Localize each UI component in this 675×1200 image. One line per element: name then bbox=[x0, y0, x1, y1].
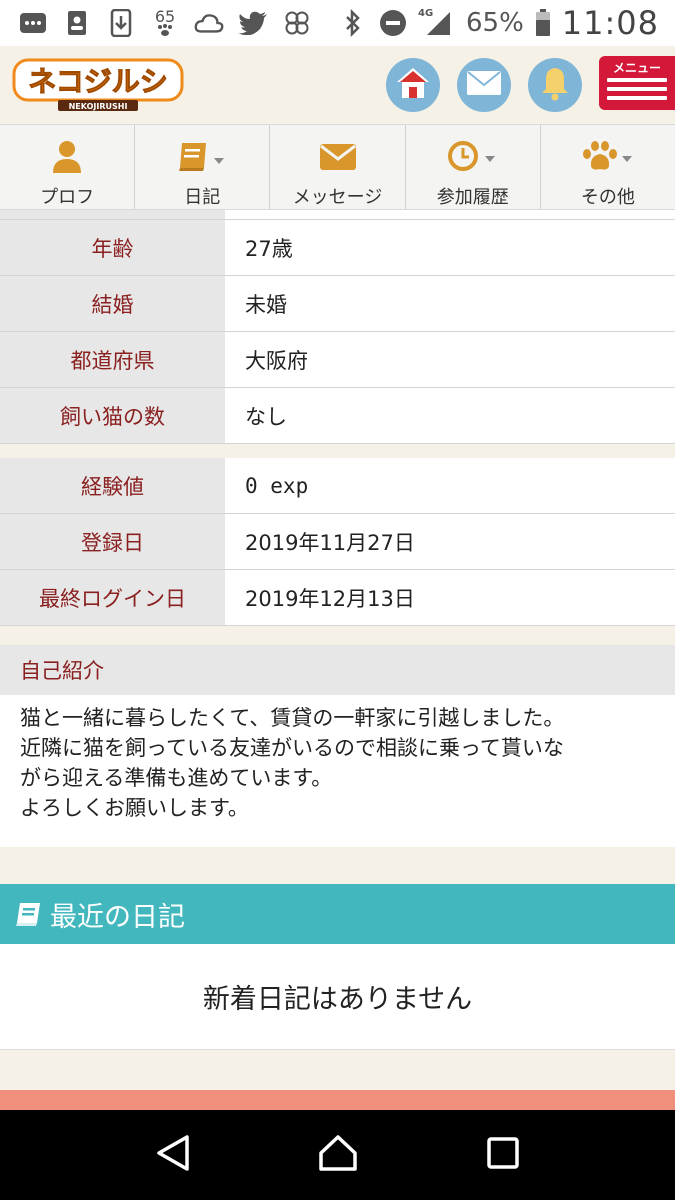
row-key: 最終ログイン日 bbox=[0, 570, 225, 625]
book-icon bbox=[14, 901, 42, 927]
nav-item-history[interactable]: 参加履歴 bbox=[406, 125, 541, 209]
status-notifications: 65 bbox=[0, 8, 312, 38]
app-screen: 65 4G 65% 11:08 ネコジルシ NEKOJIRUSHI メニュー プ… bbox=[0, 0, 675, 1200]
row-key: 登録日 bbox=[0, 514, 225, 569]
battery-icon bbox=[534, 8, 552, 38]
intro-text: 猫と一緒に暮らしたくて、賃貸の一軒家に引越しました。 近隣に猫を飼っている友達が… bbox=[0, 695, 675, 847]
home-system-button[interactable] bbox=[308, 1125, 368, 1185]
row-value: 0 exp bbox=[225, 458, 675, 513]
svg-text:NEKOJIRUSHI: NEKOJIRUSHI bbox=[69, 102, 128, 111]
diary-empty-message: 新着日記はありません bbox=[0, 944, 675, 1050]
row-value: 大阪府 bbox=[225, 332, 675, 387]
row-value: なし bbox=[225, 388, 675, 443]
table-row: 年齢 27歳 bbox=[0, 220, 675, 276]
bell-icon bbox=[539, 65, 571, 105]
network-type: 4G bbox=[417, 8, 434, 19]
hamburger-icon bbox=[607, 78, 667, 105]
next-section-header bbox=[0, 1090, 675, 1112]
menu-button[interactable]: メニュー bbox=[599, 56, 675, 110]
system-navigation-bar bbox=[0, 1110, 675, 1200]
twitter-icon bbox=[238, 8, 268, 38]
back-triangle-icon bbox=[156, 1134, 190, 1176]
diary-section-header: 最近の日記 bbox=[0, 884, 675, 944]
clover-icon bbox=[282, 8, 312, 38]
clock-icon bbox=[447, 137, 499, 177]
bluetooth-icon bbox=[338, 8, 368, 38]
contacts-icon bbox=[62, 8, 92, 38]
row-value: 27歳 bbox=[225, 220, 675, 275]
home-icon bbox=[395, 66, 431, 104]
site-header: ネコジルシ NEKOJIRUSHI メニュー bbox=[0, 46, 675, 124]
nav-label: メッセージ bbox=[292, 187, 383, 208]
profile-nav: プロフ 日記 メッセージ 参加履歴 その他 bbox=[0, 124, 675, 210]
row-key: 年齢 bbox=[0, 220, 225, 275]
book-icon bbox=[176, 137, 228, 177]
home-button[interactable] bbox=[386, 58, 440, 112]
person-icon bbox=[52, 137, 82, 177]
status-system: 4G 65% 11:08 bbox=[338, 4, 675, 42]
row-value: 2019年12月13日 bbox=[225, 570, 675, 625]
row-value: 2019年11月27日 bbox=[225, 514, 675, 569]
svg-text:ネコジルシ: ネコジルシ bbox=[28, 65, 167, 98]
profile-table-top-edge bbox=[0, 210, 675, 220]
menu-label: メニュー bbox=[612, 61, 661, 75]
envelope-icon bbox=[466, 70, 502, 100]
home-outline-icon bbox=[318, 1134, 358, 1176]
notification-button[interactable] bbox=[528, 58, 582, 112]
back-button[interactable] bbox=[143, 1125, 203, 1185]
download-icon bbox=[106, 8, 136, 38]
table-row: 登録日 2019年11月27日 bbox=[0, 514, 675, 570]
status-bar: 65 4G 65% 11:08 bbox=[0, 0, 675, 46]
message-notification-icon bbox=[18, 8, 48, 38]
do-not-disturb-icon bbox=[378, 8, 408, 38]
site-logo[interactable]: ネコジルシ NEKOJIRUSHI bbox=[12, 58, 184, 112]
recents-button[interactable] bbox=[473, 1125, 533, 1185]
row-key: 飼い猫の数 bbox=[0, 388, 225, 443]
nav-label: その他 bbox=[580, 187, 635, 208]
mail-button[interactable] bbox=[457, 58, 511, 112]
profile-table-stats: 経験値 0 exp 登録日 2019年11月27日 最終ログイン日 2019年1… bbox=[0, 458, 675, 626]
intro-heading: 自己紹介 bbox=[0, 645, 675, 695]
paw-notification-icon: 65 bbox=[150, 8, 180, 38]
clock: 11:08 bbox=[561, 4, 659, 42]
cloud-icon bbox=[194, 8, 224, 38]
signal-icon: 4G bbox=[418, 8, 456, 38]
row-key: 結婚 bbox=[0, 276, 225, 331]
nav-label: 日記 bbox=[184, 187, 221, 208]
nav-item-diary[interactable]: 日記 bbox=[135, 125, 271, 209]
row-value: 未婚 bbox=[225, 276, 675, 331]
envelope-icon bbox=[319, 137, 357, 177]
paw-icon bbox=[580, 137, 636, 177]
diary-section-title: 最近の日記 bbox=[50, 901, 185, 933]
nav-item-messages[interactable]: メッセージ bbox=[270, 125, 406, 209]
square-icon bbox=[486, 1137, 519, 1173]
profile-table-basic: 年齢 27歳 結婚 未婚 都道府県 大阪府 飼い猫の数 なし bbox=[0, 220, 675, 444]
nav-item-other[interactable]: その他 bbox=[541, 125, 675, 209]
row-key: 経験値 bbox=[0, 458, 225, 513]
notif-count: 65 bbox=[154, 7, 176, 26]
table-row: 飼い猫の数 なし bbox=[0, 388, 675, 444]
nav-label: プロフ bbox=[40, 187, 95, 208]
table-row: 経験値 0 exp bbox=[0, 458, 675, 514]
battery-percent: 65% bbox=[465, 8, 524, 38]
row-key: 都道府県 bbox=[0, 332, 225, 387]
nav-item-profile[interactable]: プロフ bbox=[0, 125, 136, 209]
table-row: 最終ログイン日 2019年12月13日 bbox=[0, 570, 675, 626]
table-row: 都道府県 大阪府 bbox=[0, 332, 675, 388]
table-row: 結婚 未婚 bbox=[0, 276, 675, 332]
nav-label: 参加履歴 bbox=[436, 187, 509, 208]
